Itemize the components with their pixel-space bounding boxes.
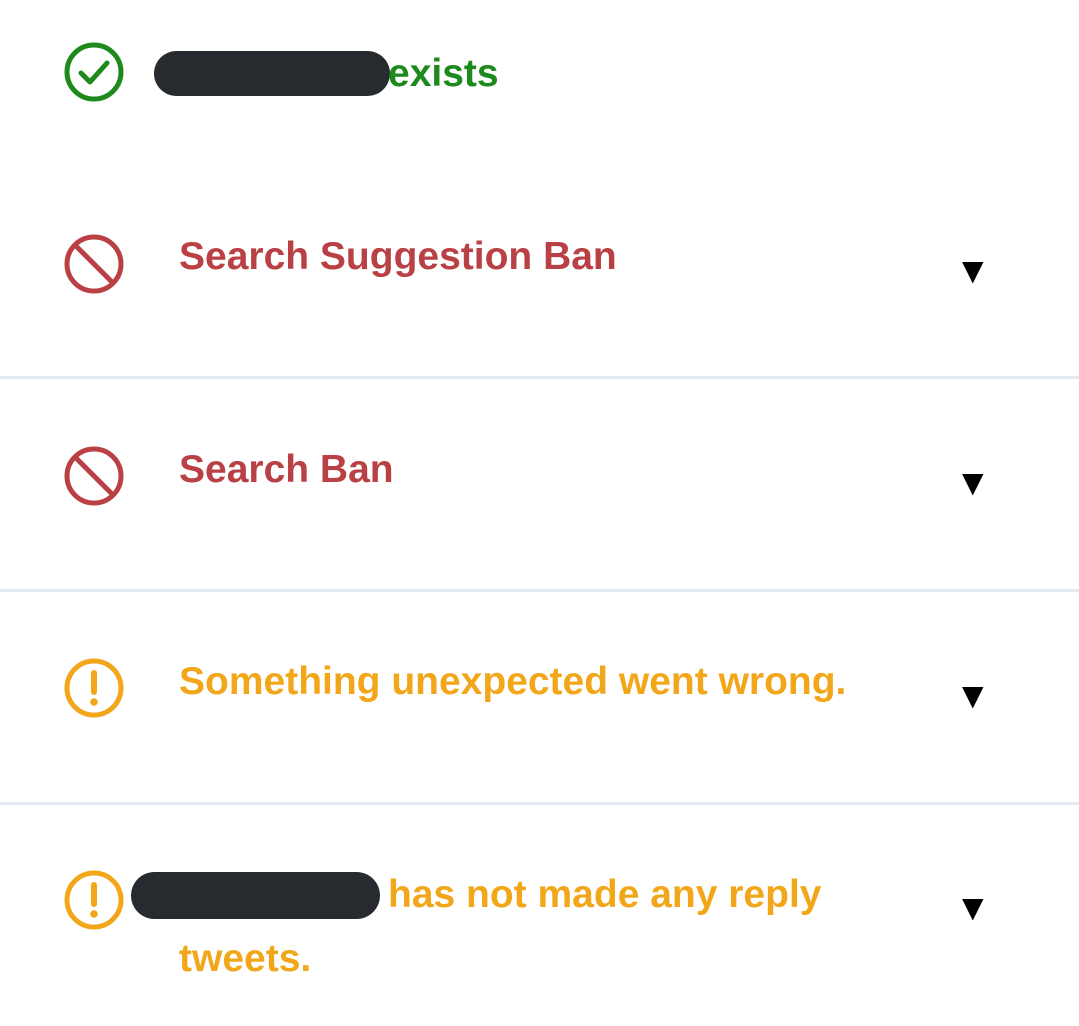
expand-toggle-icon[interactable]: ▼ [962, 256, 984, 286]
unexpected-error-label: Something unexpected went wrong. [179, 660, 847, 703]
row-unexpected-error[interactable]: Something unexpected went wrong. ▼ [0, 592, 1079, 802]
search-suggestion-ban-label: Search Suggestion Ban [179, 235, 617, 278]
no-reply-tweets-label-line1: has not made any reply [388, 873, 822, 916]
ban-icon [63, 445, 125, 507]
exclamation-circle-icon [63, 869, 125, 931]
user-exists-text: exists [388, 52, 499, 95]
expand-toggle-icon[interactable]: ▼ [962, 468, 984, 498]
check-circle-icon [63, 41, 125, 103]
redacted-username [131, 872, 380, 919]
search-ban-label: Search Ban [179, 448, 394, 491]
no-reply-tweets-label-line2: tweets. [179, 937, 312, 980]
ban-icon [63, 233, 125, 295]
exclamation-circle-icon [63, 657, 125, 719]
row-no-reply-tweets[interactable]: has not made any reply tweets. ▼ [0, 805, 1079, 1026]
expand-toggle-icon[interactable]: ▼ [962, 893, 984, 923]
expand-toggle-icon[interactable]: ▼ [962, 681, 984, 711]
redacted-username [154, 51, 390, 96]
row-search-suggestion-ban[interactable]: Search Suggestion Ban ▼ [0, 190, 1079, 376]
row-search-ban[interactable]: Search Ban ▼ [0, 379, 1079, 589]
